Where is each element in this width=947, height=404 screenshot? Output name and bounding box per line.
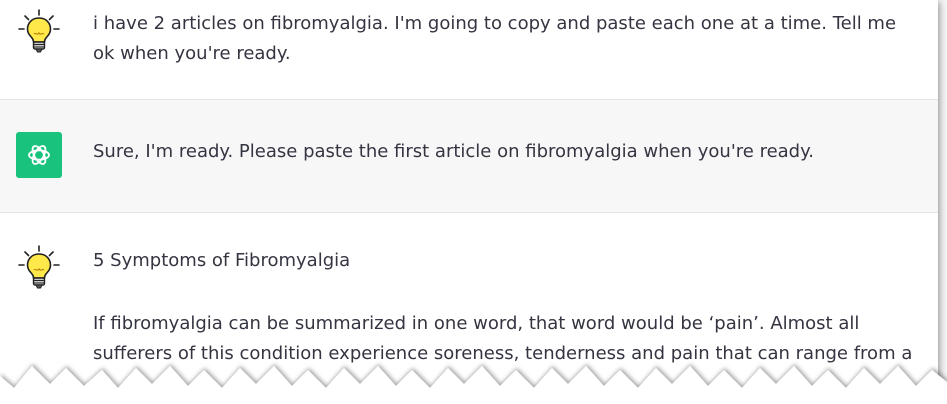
openai-logo-icon <box>16 132 62 178</box>
screenshot-page: i have 2 articles on fibromyalgia. I'm g… <box>0 0 947 404</box>
message-text: i have 2 articles on fibromyalgia. I'm g… <box>93 13 897 64</box>
lightbulb-icon <box>18 245 60 289</box>
lightbulb-icon <box>18 9 60 53</box>
user-message: i have 2 articles on fibromyalgia. I'm g… <box>0 0 938 99</box>
openai-knot-icon <box>28 145 50 165</box>
chat-transcript: i have 2 articles on fibromyalgia. I'm g… <box>0 0 938 404</box>
assistant-message: Sure, I'm ready. Please paste the first … <box>0 99 938 213</box>
torn-edge-decoration <box>0 366 947 404</box>
message-text: Sure, I'm ready. Please paste the first … <box>93 141 814 162</box>
article-title: 5 Symptoms of Fibromyalgia <box>93 250 351 271</box>
